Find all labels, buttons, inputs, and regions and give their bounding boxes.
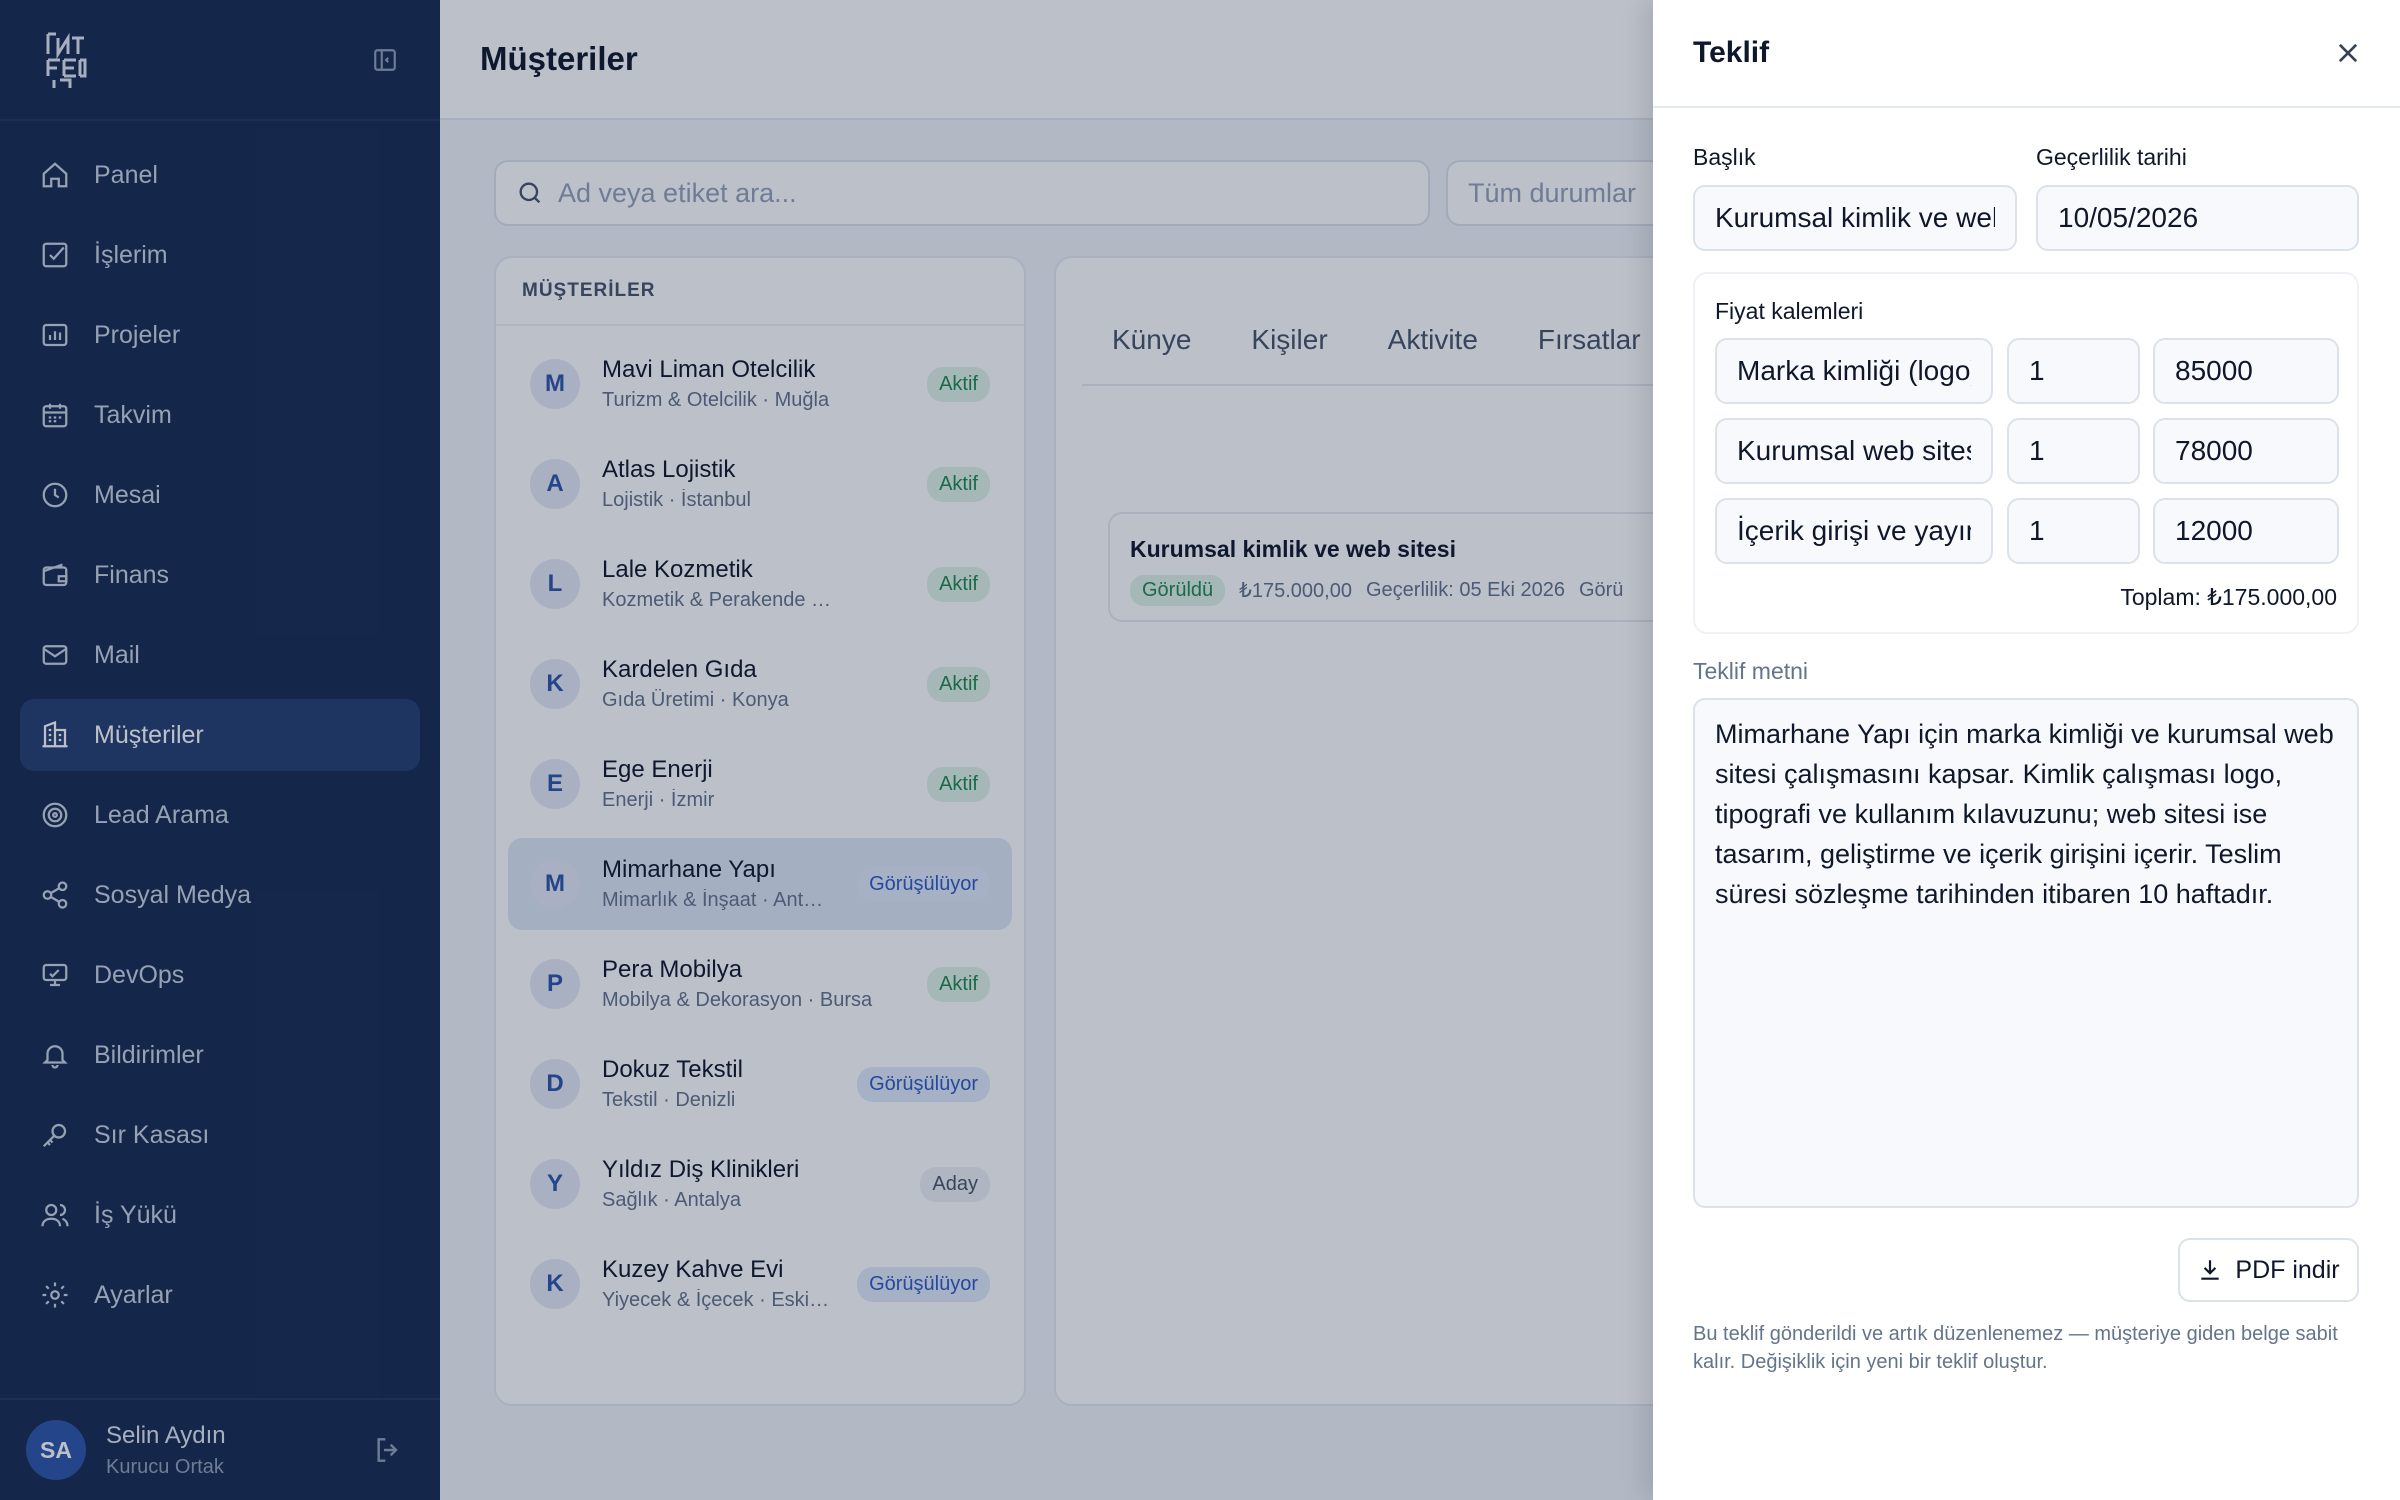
item-price-input[interactable] <box>2153 338 2339 404</box>
price-items-label: Fiyat kalemleri <box>1715 298 1864 324</box>
item-description-input[interactable] <box>1715 498 1993 564</box>
offer-text-area[interactable]: Mimarhane Yapı için marka kimliği ve kur… <box>1693 698 2359 1208</box>
locked-note: Bu teklif gönderildi ve artık düzenlenem… <box>1693 1323 2338 1373</box>
date-input[interactable] <box>2036 185 2359 251</box>
item-quantity-input[interactable] <box>2007 498 2140 564</box>
title-label: Başlık <box>1693 144 1756 170</box>
drawer-header: Teklif <box>1653 0 2400 108</box>
drawer-title: Teklif <box>1693 36 1770 69</box>
item-price-input[interactable] <box>2153 418 2339 484</box>
date-label: Geçerlilik tarihi <box>2036 144 2187 170</box>
title-input[interactable] <box>1693 185 2017 251</box>
item-description-input[interactable] <box>1715 338 1993 404</box>
close-icon[interactable] <box>2330 35 2366 71</box>
item-quantity-input[interactable] <box>2007 338 2140 404</box>
download-icon <box>2201 1260 2220 1280</box>
offer-text-label: Teklif metni <box>1693 658 1809 684</box>
total-amount: Toplam: ₺175.000,00 <box>2120 584 2337 610</box>
pdf-download-button[interactable]: PDF indir <box>2178 1238 2359 1302</box>
item-price-input[interactable] <box>2153 498 2339 564</box>
item-description-input[interactable] <box>1715 418 1993 484</box>
item-quantity-input[interactable] <box>2007 418 2140 484</box>
offer-drawer: Teklif Başlık Geçerlilik tarihi Fiyat ka… <box>1653 0 2400 1500</box>
pdf-button-label: PDF indir <box>2235 1255 2340 1284</box>
price-items-box: Fiyat kalemleri Toplam: ₺175.000,00 <box>1693 272 2359 634</box>
